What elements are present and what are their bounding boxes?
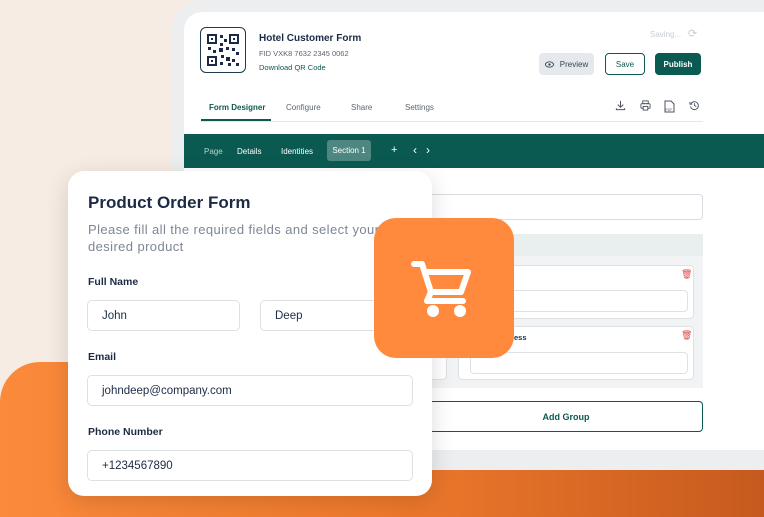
phone-label: Phone Number (88, 426, 163, 438)
form-title: Hotel Customer Form (259, 33, 362, 44)
svg-text:PDF: PDF (666, 108, 673, 112)
eye-icon (544, 60, 554, 68)
save-button[interactable]: Save (605, 53, 645, 75)
cart-tile (374, 218, 514, 358)
download-qr-link[interactable]: Download QR Code (259, 63, 326, 72)
download-icon[interactable] (615, 100, 626, 114)
email-label: Email (88, 351, 117, 363)
email-field[interactable]: johndeep@company.com (87, 375, 413, 406)
refresh-icon: ⟳ (688, 28, 698, 40)
section-tab-details[interactable]: Details (237, 147, 261, 156)
form-id: FID VXK8 7632 2345 0062 (259, 49, 349, 58)
field-card-input[interactable] (470, 352, 688, 374)
section-tab-identities[interactable]: Identities (281, 147, 313, 156)
section-page-label: Page (204, 147, 223, 156)
tabs-divider (201, 121, 703, 122)
first-name-field[interactable]: John (87, 300, 240, 331)
saving-status: Saving... (650, 30, 682, 39)
cart-icon (411, 261, 471, 317)
tab-configure[interactable]: Configure (286, 103, 321, 112)
prev-section-button[interactable]: ‹ (413, 143, 417, 157)
trash-icon[interactable]: 🗑 (681, 269, 692, 280)
history-icon[interactable] (689, 100, 700, 114)
add-group-button[interactable]: Add Group (429, 401, 703, 432)
tab-form-designer[interactable]: Form Designer (209, 103, 265, 112)
tab-share[interactable]: Share (351, 103, 372, 112)
pdf-icon[interactable]: PDF (664, 100, 675, 116)
tab-settings[interactable]: Settings (405, 103, 434, 112)
print-icon[interactable] (640, 100, 651, 114)
qr-code-icon[interactable] (200, 27, 246, 73)
add-section-button[interactable]: + (391, 144, 397, 156)
section-toolbar (184, 134, 764, 168)
form-field-input[interactable] (429, 194, 703, 220)
preview-button[interactable]: Preview (539, 53, 594, 75)
field-card-label: ess (514, 333, 527, 342)
trash-icon[interactable]: 🗑 (681, 330, 692, 341)
product-form-title: Product Order Form (88, 193, 251, 212)
next-section-button[interactable]: › (426, 143, 430, 157)
publish-button[interactable]: Publish (655, 53, 701, 75)
section-tab-section-1[interactable]: Section 1 (327, 140, 371, 161)
phone-field[interactable]: +1234567890 (87, 450, 413, 481)
full-name-label: Full Name (88, 276, 139, 288)
preview-label: Preview (559, 59, 589, 69)
